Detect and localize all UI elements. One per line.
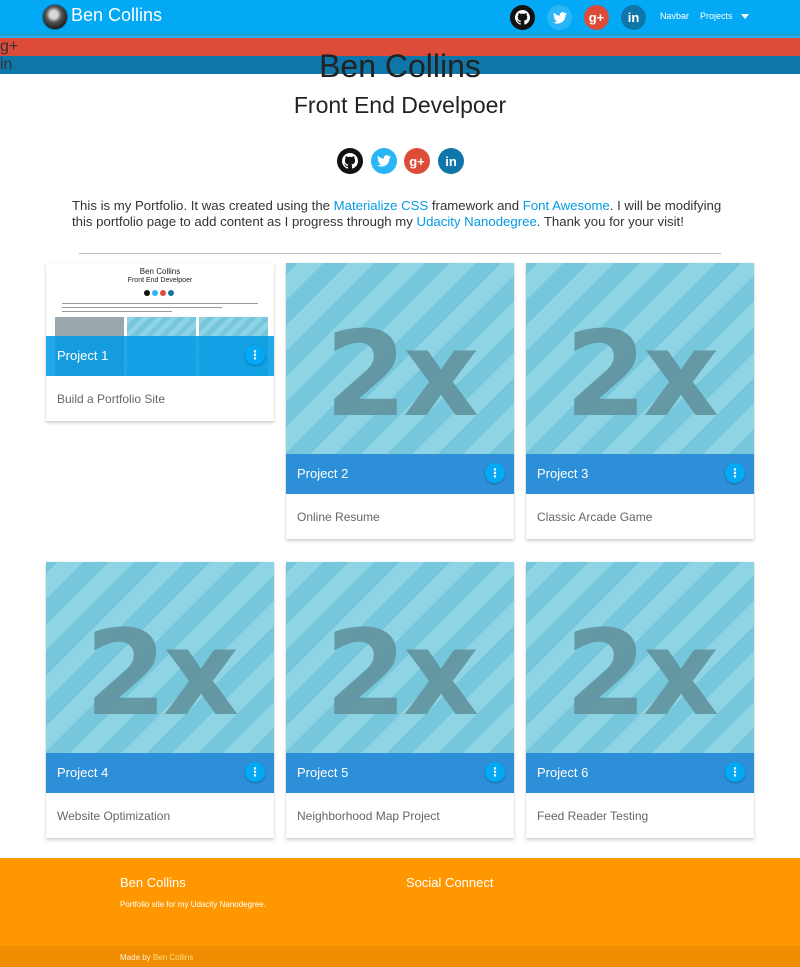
card-description: Neighborhood Map Project xyxy=(297,809,440,823)
font-awesome-link[interactable]: Font Awesome xyxy=(523,198,610,213)
copyright-bar: Made by Ben Collins xyxy=(0,946,800,967)
made-by-text: Made by Ben Collins xyxy=(120,953,193,962)
project-card-6[interactable]: 2x Project 6 ⋮ Feed Reader Testing xyxy=(526,562,754,838)
intro-text: . Thank you for your visit! xyxy=(536,214,684,229)
intro-text: This is my Portfolio. It was created usi… xyxy=(72,198,334,213)
more-vert-icon[interactable]: ⋮ xyxy=(245,345,265,365)
made-by-link[interactable]: Ben Collins xyxy=(153,953,193,962)
card-title: Project 4 xyxy=(57,765,109,780)
footer-social-title: Social Connect xyxy=(406,875,494,890)
more-vert-icon[interactable]: ⋮ xyxy=(485,463,505,483)
project-card-5[interactable]: 2x Project 5 ⋮ Neighborhood Map Project xyxy=(286,562,514,838)
materialize-link[interactable]: Materialize CSS xyxy=(334,198,429,213)
placeholder-image: 2x xyxy=(46,562,274,753)
footer-subtitle: Portfolio site for my Udacity Nanodegree… xyxy=(120,900,266,909)
card-description: Classic Arcade Game xyxy=(537,510,653,524)
preview-subtitle: Front End Develpoer xyxy=(127,277,193,284)
card-description: Online Resume xyxy=(297,510,380,524)
card-description: Website Optimization xyxy=(57,809,171,823)
more-vert-icon[interactable]: ⋮ xyxy=(725,463,745,483)
placeholder-label: 2x xyxy=(84,604,239,742)
placeholder-image: 2x xyxy=(526,562,754,753)
google-plus-icon[interactable]: g+ xyxy=(584,5,609,30)
twitter-icon[interactable] xyxy=(547,5,572,30)
project-card-1[interactable]: Ben Collins Front End Develpoer Project … xyxy=(46,263,274,421)
more-vert-icon[interactable]: ⋮ xyxy=(725,762,745,782)
avatar[interactable] xyxy=(42,4,68,30)
twitter-icon[interactable] xyxy=(371,148,397,174)
card-title: Project 3 xyxy=(537,466,589,481)
more-vert-icon[interactable]: ⋮ xyxy=(245,762,265,782)
nav-link-projects[interactable]: Projects xyxy=(700,11,733,21)
page-subtitle: Front End Develpoer xyxy=(293,92,507,118)
placeholder-label: 2x xyxy=(324,604,479,742)
preview-text-line xyxy=(62,311,172,312)
placeholder-label: 2x xyxy=(564,604,719,742)
placeholder-image: 2x xyxy=(286,562,514,753)
github-icon[interactable] xyxy=(510,5,535,30)
more-vert-icon[interactable]: ⋮ xyxy=(485,762,505,782)
placeholder-image: 2x xyxy=(286,263,514,454)
placeholder-image: 2x xyxy=(526,263,754,454)
preview-social-icons xyxy=(144,290,174,296)
placeholder-label: 2x xyxy=(324,305,479,443)
card-title-bar: Project 4 ⋮ xyxy=(46,753,274,793)
google-plus-icon[interactable]: g+ xyxy=(404,148,430,174)
preview-title: Ben Collins xyxy=(139,267,181,276)
card-title: Project 1 xyxy=(57,348,109,363)
udacity-link[interactable]: Udacity Nanodegree xyxy=(417,214,537,229)
preview-text-line xyxy=(62,307,222,308)
github-icon[interactable] xyxy=(337,148,363,174)
navbar: Ben Collins g+ in Navbar Projects xyxy=(0,0,800,34)
preview-text-line xyxy=(62,303,258,304)
linkedin-icon[interactable]: in xyxy=(621,5,646,30)
nav-link-navbar[interactable]: Navbar xyxy=(660,11,689,21)
linkedin-icon[interactable]: in xyxy=(438,148,464,174)
card-title: Project 6 xyxy=(537,765,589,780)
card-title-bar: Project 5 ⋮ xyxy=(286,753,514,793)
page-title: Ben Collins xyxy=(319,48,481,84)
footer: Ben Collins Portfolio site for my Udacit… xyxy=(0,858,800,946)
card-title: Project 5 xyxy=(297,765,349,780)
card-title-bar: Project 2 ⋮ xyxy=(286,454,514,494)
card-title-bar: Project 3 ⋮ xyxy=(526,454,754,494)
chevron-down-icon[interactable] xyxy=(741,14,749,19)
project-card-4[interactable]: 2x Project 4 ⋮ Website Optimization xyxy=(46,562,274,838)
divider xyxy=(79,253,721,254)
project-card-3[interactable]: 2x Project 3 ⋮ Classic Arcade Game xyxy=(526,263,754,539)
project-card-2[interactable]: 2x Project 2 ⋮ Online Resume xyxy=(286,263,514,539)
card-title-bar: Project 6 ⋮ xyxy=(526,753,754,793)
made-by-label: Made by xyxy=(120,953,153,962)
card-title-bar: Project 1 ⋮ xyxy=(46,336,274,376)
card-description: Feed Reader Testing xyxy=(537,809,649,823)
placeholder-label: 2x xyxy=(564,305,719,443)
brand-logo[interactable]: Ben Collins xyxy=(71,5,162,26)
footer-title: Ben Collins xyxy=(120,875,186,890)
card-description: Build a Portfolio Site xyxy=(57,392,166,406)
intro-text: framework and xyxy=(428,198,523,213)
card-title: Project 2 xyxy=(297,466,349,481)
intro-paragraph: This is my Portfolio. It was created usi… xyxy=(72,198,732,230)
